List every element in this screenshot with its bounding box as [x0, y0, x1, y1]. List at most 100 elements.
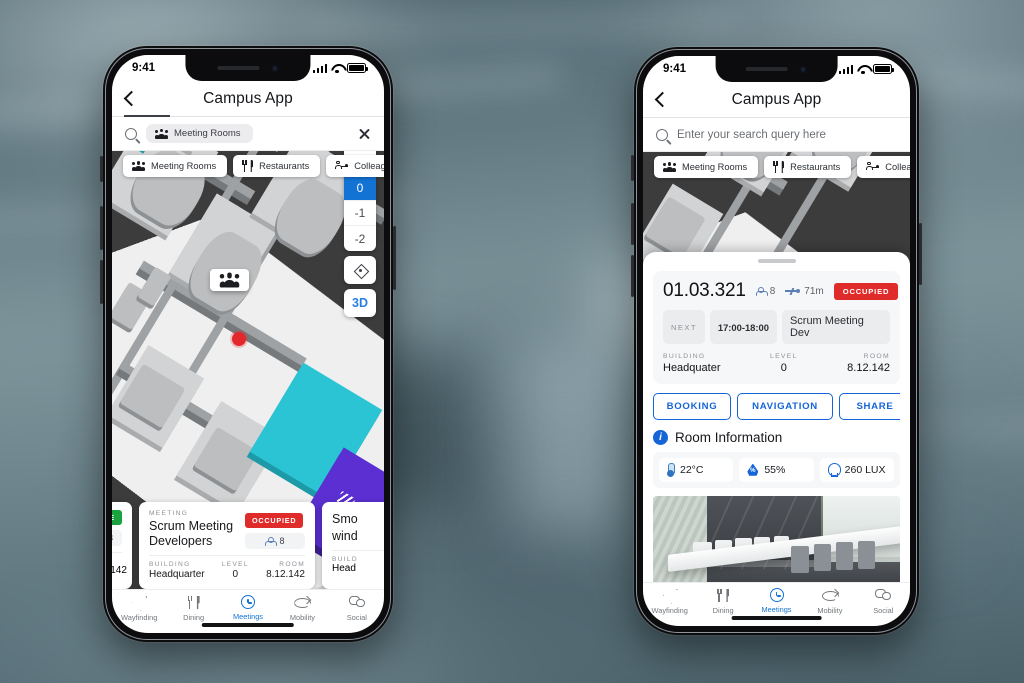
mobility-arrow-icon — [822, 588, 838, 603]
divider — [112, 552, 122, 553]
power-button[interactable] — [919, 223, 922, 285]
filter-chip-label: Restaurants — [259, 161, 310, 171]
capacity-value: 8 — [769, 285, 776, 297]
tab-dining[interactable]: Dining — [696, 588, 749, 615]
capacity-pill: 8 — [112, 530, 122, 546]
tab-mobility[interactable]: Mobility — [803, 588, 856, 615]
tab-meetings[interactable]: Meetings — [221, 595, 275, 621]
colleague-icon — [866, 161, 880, 173]
humidity-value: 55% — [764, 464, 786, 476]
search-bar[interactable]: Enter your search query here — [643, 118, 910, 152]
filter-chip-meeting-rooms[interactable]: Meeting Rooms — [123, 155, 228, 177]
tab-wayfinding[interactable]: Wayfinding — [112, 595, 166, 622]
compass-locate-icon — [353, 263, 367, 277]
floor-level-minus1[interactable]: -1 — [344, 201, 376, 226]
tab-social[interactable]: Social — [330, 595, 384, 622]
room-card-partial-right[interactable]: Smo wind BUILD Head — [322, 502, 384, 589]
info-circle-icon: i — [653, 430, 668, 445]
next-time: 17:00-18:00 — [709, 310, 777, 344]
clock-icon — [241, 595, 256, 609]
locate-me-button[interactable] — [344, 256, 376, 284]
bottom-tab-bar[interactable]: Wayfinding Dining Meetings Mobility Soci… — [112, 589, 384, 633]
tab-label: Wayfinding — [121, 613, 158, 622]
search-input[interactable]: Enter your search query here — [677, 129, 826, 141]
bottom-tab-bar[interactable]: Wayfinding Dining Meetings Mobility Soci… — [643, 582, 910, 626]
battery-full-icon — [873, 64, 894, 74]
navigation-button[interactable]: NAVIGATION — [737, 393, 833, 420]
floor-level-minus2[interactable]: -2 — [344, 226, 376, 251]
tab-wayfinding[interactable]: Wayfinding — [643, 588, 696, 615]
search-bar[interactable]: Meeting Rooms — [112, 117, 384, 151]
search-icon — [125, 127, 137, 140]
conference-room-photo[interactable] — [653, 496, 900, 582]
fork-knife-icon — [715, 588, 731, 603]
room-card-partial-left[interactable]: FREE 8 ROOM 8.12.142 — [112, 502, 132, 589]
card-kicker: MEETING — [149, 510, 189, 517]
filter-chip-colleague[interactable]: Colleague — [326, 155, 384, 177]
navigation-arrow-icon — [131, 595, 147, 610]
card-title-line2: wind — [332, 528, 358, 543]
colleague-icon — [335, 160, 349, 172]
room-summary-box: 01.03.321 8 71m OCCUPIED NEXT 17:00-18:0… — [653, 271, 900, 384]
status-time: 9:41 — [132, 62, 156, 74]
card-title: Scrum Meeting Developers — [149, 519, 234, 548]
card-level: LEVEL 0 — [222, 561, 249, 580]
cellular-bars-icon — [838, 64, 853, 74]
view-toggle-3d-button[interactable]: 3D — [344, 289, 376, 317]
filter-chip-colleague[interactable]: Colleague — [857, 156, 910, 178]
map-marker-callout[interactable] — [209, 268, 249, 291]
sensor-light: 260 LUX — [819, 458, 894, 482]
tab-label: Dining — [712, 606, 734, 615]
volume-down-button[interactable] — [100, 260, 103, 304]
tab-social[interactable]: Social — [857, 588, 910, 615]
sensor-humidity: 55% — [739, 458, 814, 482]
wifi-icon — [857, 65, 869, 75]
action-button-row[interactable]: BOOKING NAVIGATION SHARE — [653, 393, 900, 420]
filter-chip-restaurants[interactable]: Restaurants — [233, 155, 321, 177]
screen-right: 9:41 Campus App Enter your search query … — [643, 56, 910, 626]
building-key: BUILD — [332, 555, 358, 563]
chat-bubbles-icon — [348, 595, 365, 610]
drag-handle-icon[interactable] — [757, 259, 796, 263]
level-value: 0 — [780, 362, 787, 374]
mute-switch[interactable] — [100, 156, 103, 182]
room-detail-sheet[interactable]: 01.03.321 8 71m OCCUPIED NEXT 17:00-18:0… — [643, 252, 910, 582]
tab-dining[interactable]: Dining — [166, 595, 220, 622]
room-card-carousel[interactable]: FREE 8 ROOM 8.12.142 MEETING Scrum Meeti… — [112, 502, 384, 589]
filter-chip-label: Meeting Rooms — [151, 161, 217, 171]
tab-meetings[interactable]: Meetings — [750, 588, 803, 614]
room-number: 01.03.321 — [663, 280, 746, 301]
volume-up-button[interactable] — [631, 203, 634, 245]
room-card-scrum-meeting[interactable]: MEETING Scrum Meeting Developers OCCUPIE… — [139, 502, 315, 589]
mute-switch[interactable] — [631, 155, 634, 181]
booking-button[interactable]: BOOKING — [653, 393, 731, 420]
share-button[interactable]: SHARE — [839, 393, 900, 420]
home-indicator[interactable] — [731, 616, 822, 620]
level-col: LEVEL 0 — [770, 353, 798, 374]
volume-up-button[interactable] — [100, 206, 103, 250]
front-camera-icon — [800, 65, 807, 73]
level-key: LEVEL — [221, 561, 249, 568]
next-title: Scrum Meeting Dev — [781, 310, 890, 344]
filter-chip-strip[interactable]: Meeting Rooms Restaurants Colleague — [643, 152, 910, 182]
sensor-temperature: 22°C — [659, 458, 734, 482]
filter-chip-strip[interactable]: Meeting Rooms Restaurants Colleague — [112, 151, 384, 181]
search-token-meeting-rooms[interactable]: Meeting Rooms — [146, 124, 253, 143]
filter-chip-label: Colleague — [354, 161, 384, 171]
clear-search-icon[interactable] — [358, 127, 371, 140]
tab-label: Social — [873, 606, 894, 615]
app-bar: Campus App — [112, 81, 384, 117]
power-button[interactable] — [393, 226, 396, 290]
volume-down-button[interactable] — [631, 255, 634, 297]
filter-chip-restaurants[interactable]: Restaurants — [764, 156, 852, 178]
filter-chip-meeting-rooms[interactable]: Meeting Rooms — [654, 156, 759, 178]
chat-bubbles-icon — [875, 588, 892, 603]
status-badge: OCCUPIED — [245, 513, 304, 528]
building-value: Headquater — [663, 362, 721, 374]
status-badge: FREE — [112, 510, 122, 525]
home-indicator[interactable] — [201, 623, 295, 627]
tab-mobility[interactable]: Mobility — [275, 595, 329, 622]
people-group-icon — [662, 162, 677, 172]
walking-route-icon — [785, 287, 801, 296]
distance-meta: 71m — [785, 286, 824, 297]
